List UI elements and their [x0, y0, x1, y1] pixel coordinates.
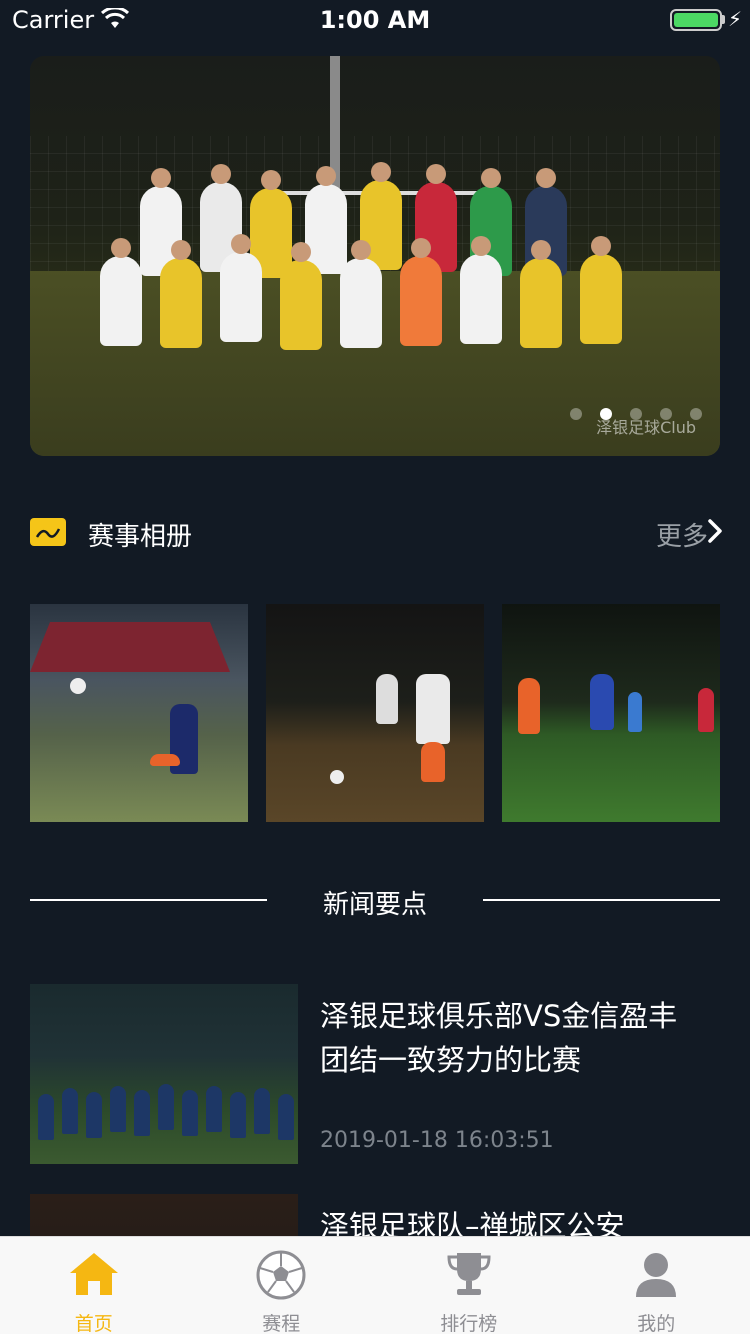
- tab-label: 我的: [637, 1313, 676, 1334]
- album-photo[interactable]: [30, 604, 248, 822]
- tab-label: 排行榜: [440, 1313, 498, 1334]
- tab-home[interactable]: 首页: [0, 1237, 188, 1334]
- tab-profile[interactable]: 我的: [563, 1237, 750, 1334]
- carousel-dot[interactable]: [570, 408, 582, 420]
- home-icon: [69, 1253, 118, 1295]
- photo-album-icon: [30, 518, 66, 546]
- tab-bar: 首页 赛程 排行榜 我的: [0, 1236, 750, 1334]
- news-title: 泽银足球俱乐部VS金信盈丰 团结一致努力的比赛: [320, 999, 678, 1077]
- team-photo: [100, 162, 660, 361]
- more-link[interactable]: 更多: [656, 516, 708, 553]
- banner-watermark: 泽银足球Club: [596, 418, 696, 437]
- album-section-header: 赛事相册 更多: [30, 510, 722, 554]
- clock: 1:00 AM: [319, 6, 431, 34]
- user-icon: [636, 1253, 677, 1297]
- album-thumbnails: [30, 604, 720, 822]
- soccer-ball-icon: [256, 1250, 306, 1300]
- divider-line-right: [483, 899, 720, 901]
- news-section-title: 新闻要点: [322, 890, 427, 920]
- battery-tip: [722, 15, 725, 24]
- charging-icon: ⚡: [728, 7, 743, 31]
- tab-label: 赛程: [262, 1313, 301, 1334]
- tab-ranking[interactable]: 排行榜: [375, 1237, 563, 1334]
- news-section-divider: 新闻要点: [30, 880, 720, 920]
- chevron-right-icon[interactable]: [704, 518, 726, 544]
- tab-label: 首页: [74, 1313, 113, 1334]
- tab-schedule[interactable]: 赛程: [188, 1237, 376, 1334]
- news-timestamp: 2019-01-18 16:03:51: [320, 1128, 554, 1153]
- news-item[interactable]: 泽银足球俱乐部VS金信盈丰 团结一致努力的比赛 2019-01-18 16:03…: [30, 984, 720, 1164]
- banner-carousel[interactable]: 泽银足球Club: [30, 56, 720, 456]
- album-photo[interactable]: [502, 604, 720, 822]
- album-section-title: 赛事相册: [88, 522, 193, 552]
- battery-icon: [670, 9, 722, 31]
- trophy-icon: [447, 1253, 491, 1295]
- status-bar: Carrier 1:00 AM ⚡: [0, 0, 750, 40]
- news-thumbnail: [30, 984, 298, 1164]
- album-photo[interactable]: [266, 604, 484, 822]
